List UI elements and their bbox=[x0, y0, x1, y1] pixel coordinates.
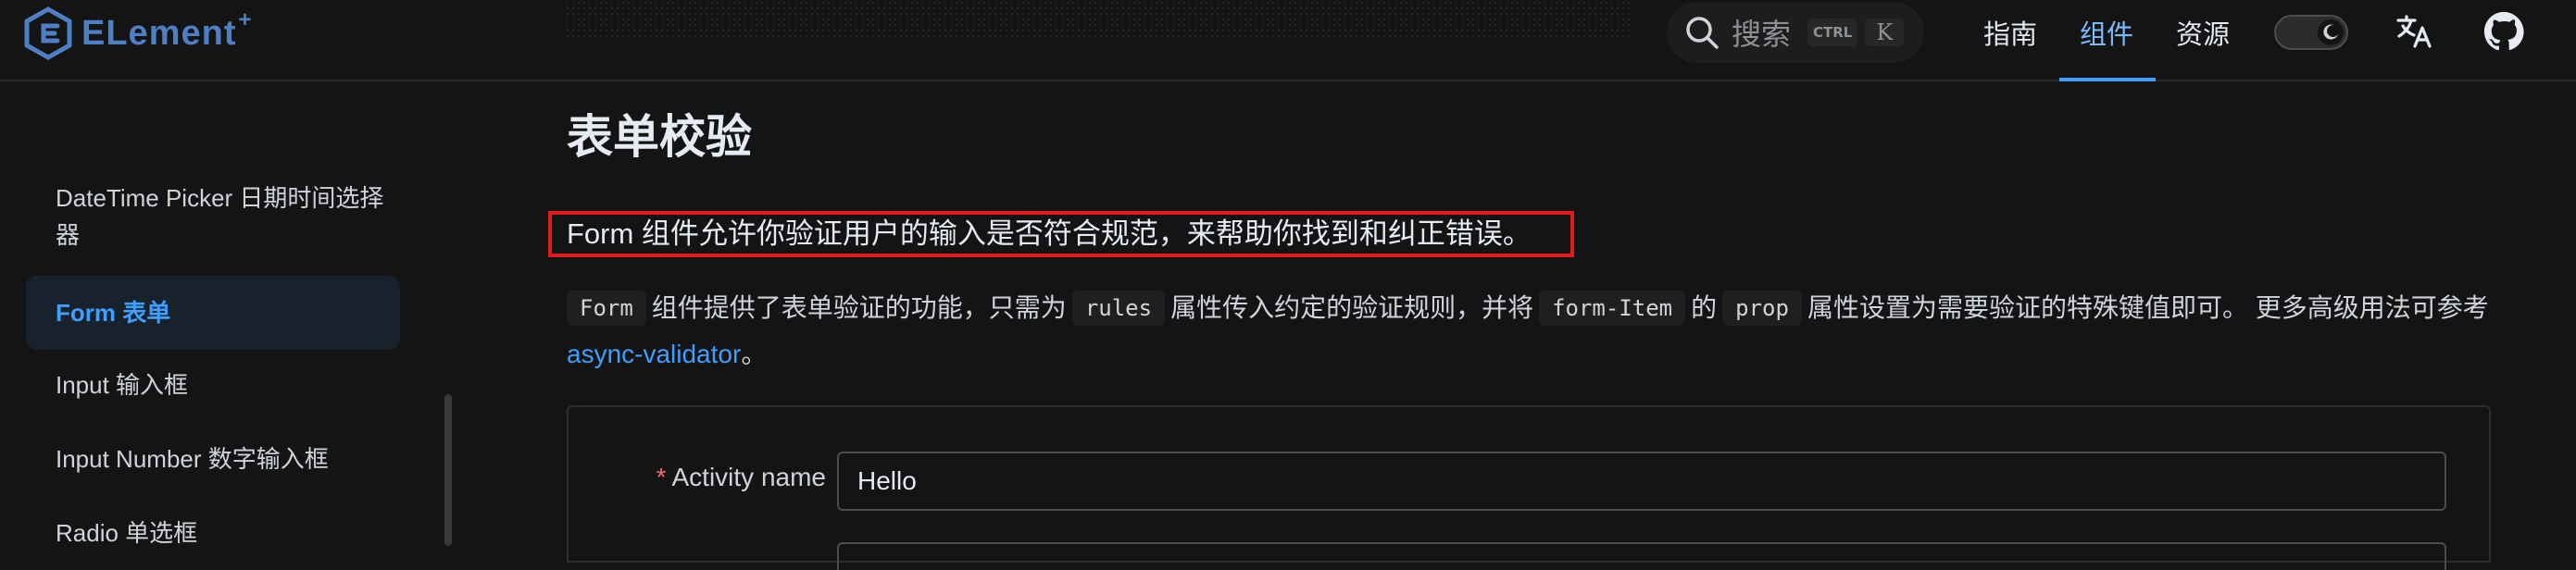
code-form-item: form-Item bbox=[1539, 291, 1686, 326]
async-validator-link[interactable]: async-validator bbox=[567, 340, 741, 368]
required-mark: * bbox=[656, 463, 667, 491]
element-logo-icon bbox=[24, 6, 72, 60]
sidebar-item-radio[interactable]: Radio 单选框 bbox=[56, 514, 389, 551]
search-icon bbox=[1686, 17, 1719, 49]
search-label: 搜索 bbox=[1732, 18, 1792, 51]
sidebar-item-input[interactable]: Input 输入框 bbox=[56, 366, 389, 403]
sidebar-scrollbar[interactable] bbox=[444, 394, 452, 546]
logo-text: ELement bbox=[81, 13, 237, 53]
sidebar-item-form[interactable]: Form 表单 bbox=[56, 294, 389, 331]
code-rules: rules bbox=[1071, 291, 1166, 326]
demo-block: * Activity name bbox=[567, 405, 2491, 570]
search-button[interactable]: 搜索 CTRL K bbox=[1667, 2, 1924, 63]
next-form-input[interactable] bbox=[837, 542, 2446, 570]
nav-component[interactable]: 组件 bbox=[2080, 13, 2133, 52]
desc-text-1: 组件提供了表单验证的功能，只需为 bbox=[651, 293, 1067, 322]
sidebar-item-input-number[interactable]: Input Number 数字输入框 bbox=[56, 440, 389, 477]
moon-icon bbox=[2323, 24, 2338, 40]
activity-name-label-text: Activity name bbox=[671, 463, 827, 491]
desc-text-3: 的 bbox=[1691, 293, 1718, 322]
main-content: 表单校验 Form 组件允许你验证用户的输入是否符合规范，来帮助你找到和纠正错误… bbox=[548, 83, 2576, 570]
code-prop: prop bbox=[1722, 291, 1802, 326]
nav-active-underline bbox=[2059, 78, 2156, 81]
dark-mode-toggle[interactable] bbox=[2274, 15, 2348, 50]
form-row-activity-name: * Activity name bbox=[569, 452, 2489, 511]
top-navbar: ELement + 搜索 CTRL K 指南 组件 资源 bbox=[0, 0, 2576, 81]
logo[interactable]: ELement + bbox=[24, 6, 252, 61]
activity-name-label: * Activity name bbox=[657, 463, 826, 492]
sidebar-item-datetime-picker[interactable]: DateTime Picker 日期时间选择器 bbox=[56, 180, 389, 254]
header-dot-pattern bbox=[565, 0, 1630, 37]
description-paragraph: Form 组件提供了表单验证的功能，只需为 rules 属性传入约定的验证规则，并将 f… bbox=[567, 285, 2511, 378]
nav-resource[interactable]: 资源 bbox=[2176, 13, 2230, 52]
highlight-box bbox=[548, 211, 1574, 257]
translate-icon[interactable] bbox=[2395, 11, 2435, 52]
activity-name-input[interactable] bbox=[837, 452, 2446, 511]
kbd-k: K bbox=[1865, 19, 1905, 46]
desc-text-2: 属性传入约定的验证规则，并将 bbox=[1170, 293, 1534, 322]
logo-superscript: + bbox=[238, 7, 252, 32]
toggle-knob bbox=[2318, 19, 2344, 45]
nav-guide[interactable]: 指南 bbox=[1983, 13, 2037, 52]
github-icon[interactable] bbox=[2483, 11, 2524, 52]
section-title: 表单校验 bbox=[567, 111, 752, 163]
sidebar: DateTime Picker 日期时间选择器 Form 表单 Input 输入… bbox=[0, 83, 481, 547]
desc-text-4: 属性设置为需要验证的特殊键值即可。 更多高级用法可参考 bbox=[1807, 293, 2489, 322]
desc-text-5: 。 bbox=[741, 340, 768, 368]
code-form: Form bbox=[567, 291, 646, 326]
kbd-ctrl: CTRL bbox=[1807, 19, 1858, 46]
